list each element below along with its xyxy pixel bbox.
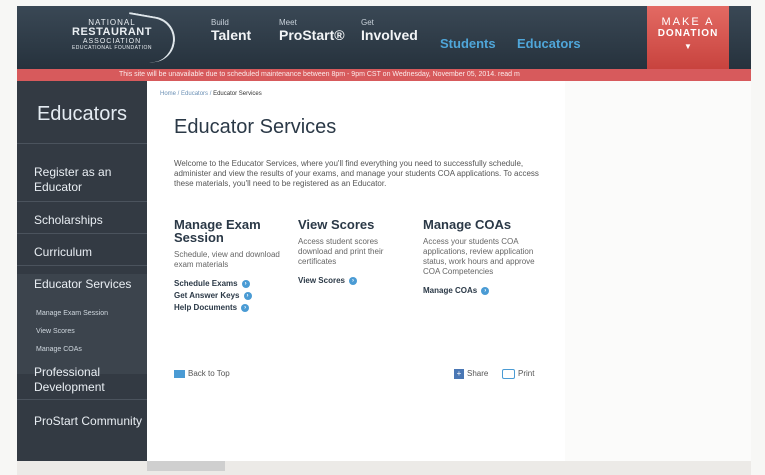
arrow-circle-icon: › — [241, 303, 250, 312]
nav-build-talent[interactable]: Build Talent — [211, 18, 251, 43]
nav-meet-prostart[interactable]: Meet ProStart® — [279, 18, 345, 43]
sidebar-item-prostart-community[interactable]: ProStart Community — [34, 414, 142, 429]
page-title: Educator Services — [174, 116, 337, 138]
breadcrumb-home[interactable]: Home — [160, 91, 176, 97]
sidebar-item-professional-development[interactable]: Professional Development — [34, 365, 124, 395]
maintenance-alert-bar: This site will be unavailable due to sch… — [17, 69, 751, 81]
nav-educators[interactable]: Educators — [517, 36, 581, 51]
link-label: Schedule Exams — [174, 279, 238, 288]
section-description: Access your students COA applications, r… — [423, 237, 535, 276]
site-header: NATIONAL RESTAURANT ASSOCIATION EDUCATIO… — [17, 6, 751, 69]
share-button[interactable]: + Share — [454, 369, 488, 379]
breadcrumb: Home / Educators / Educator Services — [160, 91, 262, 97]
sidebar-subitem-manage-coas[interactable]: Manage COAs — [36, 342, 82, 357]
sidebar-divider — [17, 143, 147, 144]
nav-get-involved[interactable]: Get Involved — [361, 18, 418, 43]
donate-line-1: MAKE A — [661, 16, 715, 28]
donate-button[interactable]: MAKE A DONATION ▼ — [647, 6, 729, 69]
horizontal-scrollbar[interactable] — [17, 461, 751, 475]
intro-paragraph: Welcome to the Educator Services, where … — [174, 159, 539, 188]
sidebar-item-educator-services[interactable]: Educator Services — [34, 277, 131, 292]
sidebar-subitem-manage-exam-session[interactable]: Manage Exam Session — [36, 306, 108, 321]
nav-big-label: ProStart® — [279, 27, 345, 43]
sidebar-item-curriculum[interactable]: Curriculum — [34, 245, 92, 260]
arrow-circle-icon: › — [481, 286, 490, 295]
help-documents-link[interactable]: Help Documents › — [174, 302, 286, 314]
breadcrumb-educators[interactable]: Educators — [181, 91, 208, 97]
print-button[interactable]: Print — [502, 369, 534, 379]
main-content: Home / Educators / Educator Services Edu… — [147, 81, 565, 461]
view-scores-link[interactable]: View Scores › — [298, 275, 410, 287]
nav-big-label: Talent — [211, 27, 252, 43]
arrow-up-icon — [174, 369, 185, 378]
printer-icon — [502, 369, 515, 379]
sidebar-divider — [17, 399, 147, 400]
section-heading: Manage Exam Session — [174, 217, 261, 245]
sidebar: Educators Register as an Educator Schola… — [17, 81, 147, 461]
link-label: Manage COAs — [423, 286, 478, 295]
sidebar-item-scholarships[interactable]: Scholarships — [34, 213, 103, 228]
arrow-circle-icon: › — [241, 279, 250, 288]
share-label: Share — [467, 369, 489, 379]
arrow-circle-icon: › — [243, 291, 252, 300]
section-heading: Manage COAs — [423, 217, 512, 232]
nav-small-label: Build — [211, 18, 229, 27]
link-label: Get Answer Keys — [174, 291, 240, 300]
sidebar-title: Educators — [36, 103, 128, 125]
nav-small-label: Meet — [279, 18, 297, 27]
alert-text[interactable]: This site will be unavailable due to sch… — [119, 71, 520, 78]
schedule-exams-link[interactable]: Schedule Exams › — [174, 278, 286, 290]
section-heading: View Scores — [298, 217, 375, 232]
print-label: Print — [518, 369, 535, 379]
link-label: Help Documents — [174, 303, 238, 312]
scrollbar-thumb[interactable] — [147, 461, 225, 471]
section-description: Schedule, view and download exam materia… — [174, 250, 280, 269]
right-panel — [565, 81, 751, 461]
nav-big-label: Involved — [361, 27, 418, 43]
sidebar-divider — [17, 201, 147, 202]
back-to-top-link[interactable]: Back to Top — [174, 369, 230, 378]
sidebar-divider — [17, 233, 147, 234]
chevron-down-icon: ▼ — [684, 42, 692, 51]
nav-students[interactable]: Students — [440, 36, 496, 51]
sidebar-subitem-view-scores[interactable]: View Scores — [36, 324, 75, 339]
nav-small-label: Get — [361, 18, 374, 27]
share-icon: + — [454, 369, 464, 379]
sidebar-divider — [17, 265, 147, 266]
arrow-circle-icon: › — [349, 276, 357, 285]
view-scores-section: View Scores Access student scores downlo… — [298, 218, 410, 287]
breadcrumb-current: Educator Services — [213, 91, 262, 97]
manage-coas-link[interactable]: Manage COAs › — [423, 285, 535, 297]
link-label: View Scores — [298, 276, 345, 285]
manage-coas-section: Manage COAs Access your students COA app… — [423, 218, 535, 297]
sidebar-item-register[interactable]: Register as an Educator — [34, 165, 134, 195]
section-description: Access student scores download and print… — [298, 237, 384, 266]
back-to-top-label: Back to Top — [188, 369, 230, 378]
donate-line-2: DONATION — [657, 28, 719, 39]
get-answer-keys-link[interactable]: Get Answer Keys › — [174, 290, 286, 302]
manage-exam-session-section: Manage Exam Session Schedule, view and d… — [174, 218, 286, 314]
